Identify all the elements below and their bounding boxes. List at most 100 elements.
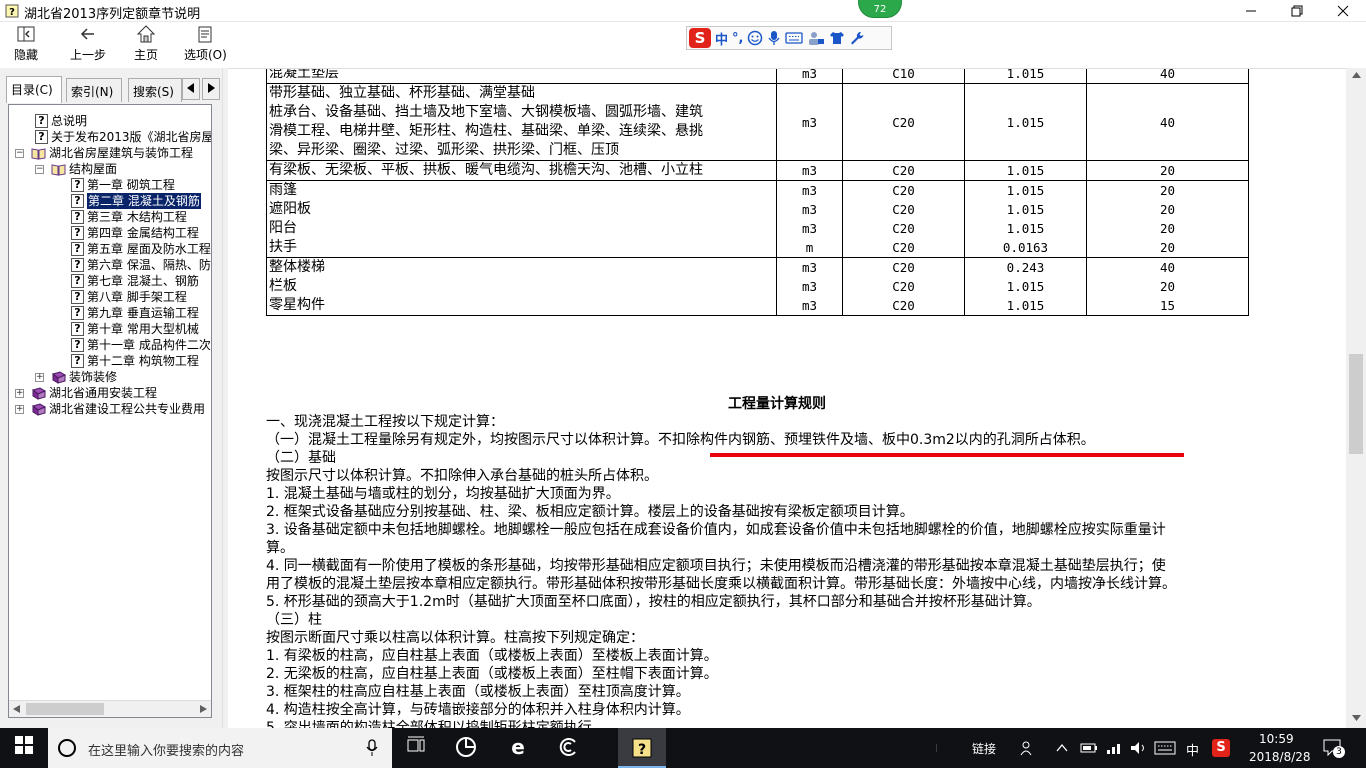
contents-tree[interactable]: ? 总说明 ? 关于发布2013版《湖北省房屋 − 湖北省房屋建筑与装饰工程 −… [8, 104, 212, 718]
help-topic-icon: ? [71, 354, 84, 368]
keyboard-icon[interactable] [785, 31, 804, 45]
triangle-left-icon[interactable] [13, 705, 21, 713]
tab-scroll-left[interactable] [182, 78, 200, 100]
tree-item[interactable]: ? 第七章 混凝土、钢筋 [71, 273, 199, 289]
doc-paragraph: 2. 无梁板的柱高，应自柱基上表面（或楼板上表面）至柱帽下表面计算。 [266, 666, 718, 682]
network-icon[interactable] [1106, 741, 1124, 755]
collapse-icon[interactable]: − [15, 149, 24, 158]
status-badge[interactable]: 72 [858, 0, 902, 18]
tab-contents[interactable]: 目录(C) [6, 76, 62, 103]
taskbar-search-box[interactable]: 在这里输入你要搜索的内容 [48, 728, 392, 768]
closed-book-icon [31, 386, 46, 400]
ime-punct-toggle[interactable]: °, [732, 31, 743, 46]
scrollbar-thumb[interactable] [1349, 354, 1363, 454]
expand-icon[interactable]: + [15, 389, 24, 398]
tree-item[interactable]: ? 总说明 [35, 113, 87, 129]
help-topic-icon: ? [71, 322, 84, 336]
options-button[interactable]: 选项(O) [184, 24, 227, 64]
open-book-icon [51, 163, 66, 176]
tree-item[interactable]: ? 第十章 常用大型机械 [71, 321, 199, 337]
closed-book-icon [51, 370, 66, 384]
tree-item[interactable]: 湖北省房屋建筑与装饰工程 [31, 145, 193, 161]
tree-horizontal-scrollbar[interactable] [9, 700, 211, 717]
triangle-left-icon [187, 83, 194, 93]
triangle-right-icon[interactable] [199, 705, 207, 713]
expand-icon[interactable]: + [15, 405, 24, 414]
expand-icon[interactable]: + [35, 373, 44, 382]
tree-item[interactable]: ? 第八章 脚手架工程 [71, 289, 187, 305]
back-button[interactable]: 上一步 [70, 24, 106, 64]
smiley-icon[interactable] [747, 30, 763, 46]
svg-text:e: e [511, 736, 525, 758]
taskbar: 在这里输入你要搜索的内容 e ? 链接 中 S 10:59 2018/8/28 [0, 728, 1366, 768]
people-icon[interactable] [1020, 740, 1036, 756]
sogou-logo-icon[interactable]: S [689, 28, 711, 48]
taskbar-app-swirl[interactable] [556, 736, 580, 760]
clock-time[interactable]: 10:59 [1259, 732, 1294, 746]
tree-item[interactable]: ? 第六章 保温、隔热、防 [71, 257, 211, 273]
doc-paragraph: 一、现浇混凝土工程按以下规定计算： [266, 414, 504, 430]
red-underline-annotation [710, 453, 1184, 457]
doc-paragraph: 算。 [266, 540, 294, 556]
wrench-icon[interactable] [849, 30, 865, 46]
minimize-button[interactable] [1228, 0, 1274, 22]
window-title: 湖北省2013序列定额章节说明 [24, 7, 201, 22]
doc-paragraph: 3. 设备基础定额中未包括地脚螺栓。地脚螺栓一般应包括在成套设备价值内，如成套设… [266, 522, 1166, 538]
doc-paragraph: 4. 构造柱按全高计算，与砖墙嵌接部分的体积并入柱身体积内计算。 [266, 702, 690, 718]
doc-paragraph: 2. 框架式设备基础应分别按基础、柱、梁、板相应定额计算。楼层上的设备基础按有梁… [266, 504, 914, 520]
tree-item[interactable]: ? 第九章 垂直运输工程 [71, 305, 199, 321]
tree-item[interactable]: ? 第五章 屋面及防水工程 [71, 241, 211, 257]
hide-button[interactable]: 隐藏 [14, 24, 38, 64]
taskbar-app-pinwheel[interactable] [454, 736, 478, 760]
task-view-button[interactable] [404, 736, 428, 760]
tree-item-selected[interactable]: ? 第二章 混凝土及钢筋 [71, 193, 201, 209]
tree-item[interactable]: 湖北省通用安装工程 [31, 385, 157, 401]
microphone-icon[interactable] [767, 30, 781, 46]
tree-item[interactable]: ? 第一章 砌筑工程 [71, 177, 175, 193]
keyboard-icon[interactable] [1154, 741, 1176, 755]
tree-item[interactable]: ? 第十一章 成品构件二次 [71, 337, 211, 353]
sogou-tray-icon[interactable]: S [1212, 739, 1230, 757]
tree-item[interactable]: 结构屋面 [51, 161, 117, 177]
ime-lang-toggle[interactable]: 中 [715, 29, 728, 48]
battery-icon[interactable] [1080, 741, 1098, 755]
clock-date[interactable]: 2018/8/28 [1249, 750, 1311, 764]
restore-button[interactable] [1274, 0, 1320, 22]
tab-scroll-right[interactable] [202, 78, 220, 100]
title-bar: ? 湖北省2013序列定额章节说明 72 [0, 0, 1366, 22]
tree-item[interactable]: ? 第十二章 构筑物工程 [71, 353, 199, 369]
ime-language-indicator[interactable]: 中 [1186, 740, 1199, 759]
volume-icon[interactable] [1130, 741, 1148, 755]
tree-item[interactable]: ? 关于发布2013版《湖北省房屋 [35, 129, 211, 145]
tab-search[interactable]: 搜索(S) [128, 78, 182, 102]
scroll-up-button[interactable] [1346, 68, 1366, 85]
user-tools-icon[interactable] [807, 30, 825, 46]
collapse-icon[interactable]: − [35, 165, 44, 174]
tree-item[interactable]: 装饰装修 [51, 369, 117, 385]
taskbar-app-edge[interactable]: e [506, 735, 530, 760]
triangle-right-icon [208, 83, 215, 93]
start-button[interactable] [12, 736, 36, 760]
close-button[interactable] [1320, 0, 1366, 22]
tab-index[interactable]: 索引(N) [66, 78, 122, 102]
content-vertical-scrollbar[interactable] [1346, 68, 1366, 728]
tray-link-label[interactable]: 链接 [972, 740, 996, 757]
windows-logo-icon [15, 736, 33, 754]
doc-paragraph: 5. 突出墙面的构造柱全部体积以捣制矩形柱定额执行。 [266, 720, 606, 728]
action-center-button[interactable]: 3 [1322, 738, 1346, 758]
cortana-icon [58, 739, 76, 757]
ime-toolbar[interactable]: S 中 °, [686, 26, 892, 50]
chevron-up-icon[interactable] [1056, 743, 1068, 753]
microphone-icon[interactable] [366, 739, 378, 757]
scroll-down-button[interactable] [1346, 711, 1366, 728]
tree-item[interactable]: ? 第三章 木结构工程 [71, 209, 187, 225]
tree-item[interactable]: 湖北省建设工程公共专业费用 [31, 401, 205, 417]
taskbar-app-help-active[interactable]: ? [618, 728, 666, 768]
table-row: 混凝土垫层 m3 C10 1.015 40 [266, 69, 1249, 84]
scrollbar-thumb[interactable] [26, 703, 104, 715]
back-arrow-icon [80, 28, 94, 40]
tree-item[interactable]: ? 第四章 金属结构工程 [71, 225, 199, 241]
skin-shirt-icon[interactable] [829, 30, 845, 46]
home-button[interactable]: 主页 [134, 24, 158, 64]
help-topic-icon: ? [71, 242, 84, 256]
